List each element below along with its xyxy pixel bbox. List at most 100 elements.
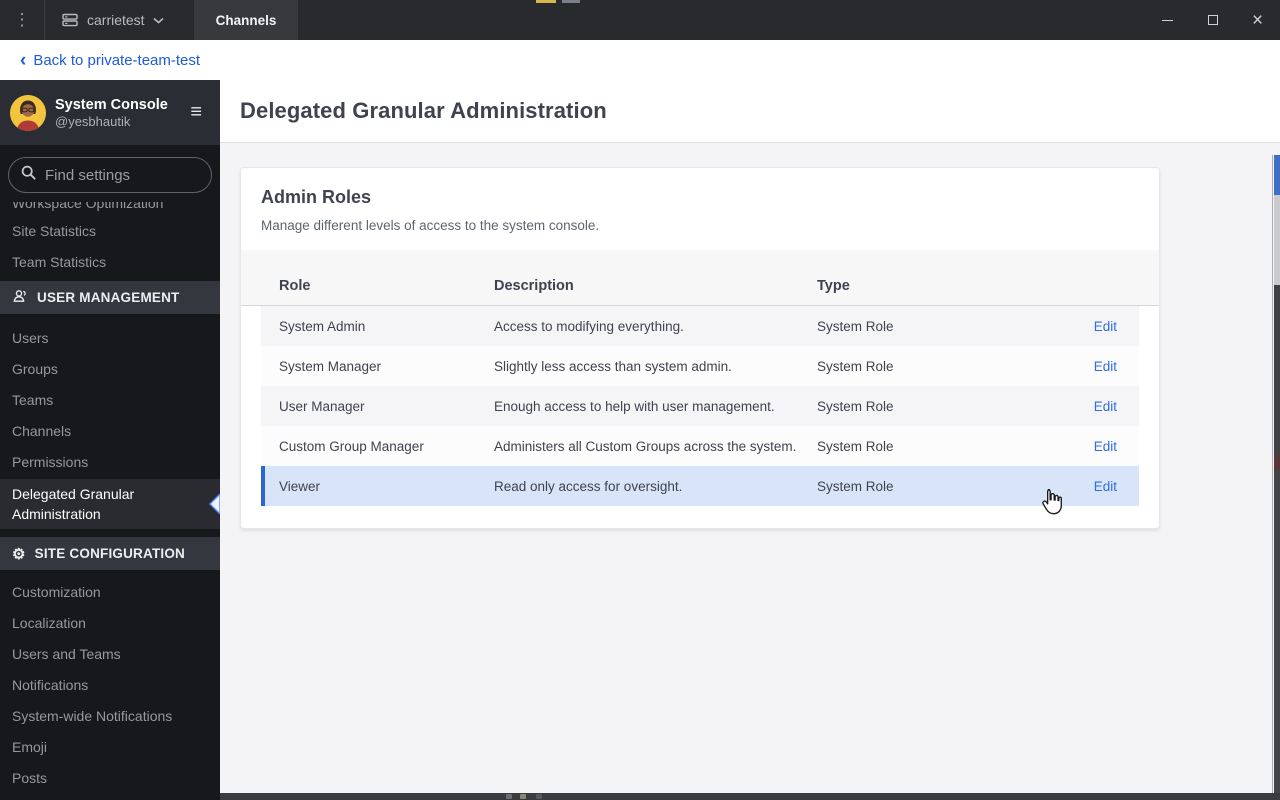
user-management-group: Users Groups Teams Channels Permissions …	[0, 314, 220, 530]
minimize-icon	[1162, 19, 1173, 21]
selected-item-label: Delegated Granular Administration	[12, 486, 135, 522]
section-site-configuration[interactable]: ⚙ SITE CONFIGURATION	[0, 537, 220, 570]
avatar[interactable]	[10, 94, 46, 131]
console-username: @yesbhautik	[55, 113, 131, 129]
back-link[interactable]: ‹ Back to private-team-test	[20, 49, 201, 71]
maximize-button[interactable]	[1190, 0, 1235, 40]
close-button[interactable]: ×	[1235, 0, 1280, 40]
sidebar-item-teams[interactable]: Teams	[0, 385, 220, 416]
back-bar: ‹ Back to private-team-test	[0, 40, 1280, 80]
hamburger-menu-icon[interactable]: ≡	[182, 101, 210, 124]
edit-link[interactable]: Edit	[1094, 439, 1117, 454]
sidebar-item-site-statistics[interactable]: Site Statistics	[0, 216, 220, 247]
search-icon	[21, 165, 36, 185]
column-header-description: Description	[494, 277, 574, 294]
back-link-label: Back to private-team-test	[33, 51, 201, 69]
table-row-custom-group-manager[interactable]: Custom Group Manager Administers all Cus…	[261, 426, 1139, 466]
card-footer	[241, 506, 1159, 528]
search-input[interactable]	[45, 166, 195, 184]
edge-segment	[1274, 455, 1280, 470]
sidebar-item-groups[interactable]: Groups	[0, 354, 220, 385]
cell-type: System Role	[817, 398, 894, 414]
cell-description: Administers all Custom Groups across the…	[494, 438, 797, 454]
edit-link[interactable]: Edit	[1094, 319, 1117, 334]
section-label: USER MANAGEMENT	[37, 290, 180, 305]
sidebar-header-titles: System Console @yesbhautik	[55, 96, 182, 130]
sidebar-item-users-and-teams[interactable]: Users and Teams	[0, 639, 220, 670]
minimize-button[interactable]	[1145, 0, 1190, 40]
admin-roles-card: Admin Roles Manage different levels of a…	[240, 167, 1160, 529]
gear-icon: ⚙	[12, 545, 26, 563]
section-label: SITE CONFIGURATION	[34, 546, 186, 561]
sidebar-item-channels[interactable]: Channels	[0, 416, 220, 447]
cell-description: Enough access to help with user manageme…	[494, 398, 775, 414]
kebab-menu-icon[interactable]: ⋮	[0, 0, 44, 40]
cell-type: System Role	[817, 358, 894, 374]
table-row-viewer[interactable]: Viewer Read only access for oversight. S…	[261, 466, 1139, 506]
sidebar-item-system-wide-notifications[interactable]: System-wide Notifications	[0, 701, 220, 732]
cell-type: System Role	[817, 438, 894, 454]
cell-action: Edit	[1061, 479, 1139, 494]
cell-action: Edit	[1061, 319, 1139, 334]
sidebar-search-wrap	[0, 145, 220, 202]
edge-segment	[1274, 285, 1280, 455]
settings-search-box[interactable]	[8, 157, 212, 193]
server-name: carrietest	[87, 12, 145, 28]
console-sidebar: System Console @yesbhautik ≡ Workspace O…	[0, 80, 220, 800]
sidebar-item-customization[interactable]: Customization	[0, 577, 220, 608]
window-titlebar: ⋮ carrietest Channels ×	[0, 0, 1280, 40]
table-row-user-manager[interactable]: User Manager Enough access to help with …	[261, 386, 1139, 426]
card-description: Manage different levels of access to the…	[261, 218, 600, 233]
sidebar-item-workspace-optimization[interactable]: Workspace Optimization	[0, 202, 220, 216]
background-window-bottom-edge	[220, 793, 1280, 800]
sidebar-item-delegated-granular-administration[interactable]: Delegated Granular Administration	[0, 479, 220, 529]
edge-segment	[1274, 470, 1280, 800]
cell-action: Edit	[1061, 439, 1139, 454]
cell-role: Viewer	[279, 478, 321, 494]
server-selector[interactable]: carrietest	[45, 0, 178, 40]
section-user-management[interactable]: USER MANAGEMENT	[0, 281, 220, 314]
edit-link[interactable]: Edit	[1094, 479, 1117, 494]
card-title: Admin Roles	[261, 187, 372, 207]
edge-dot	[506, 794, 512, 799]
sidebar-item-file-sharing-and-downloads[interactable]: File Sharing and Downloads	[0, 794, 220, 800]
site-configuration-group: Customization Localization Users and Tea…	[0, 570, 220, 800]
cell-description: Access to modifying everything.	[494, 318, 684, 334]
close-icon: ×	[1251, 9, 1264, 31]
background-window-peek	[562, 0, 580, 3]
cell-role: System Manager	[279, 358, 382, 374]
cell-description: Read only access for oversight.	[494, 478, 683, 494]
sidebar-item-permissions[interactable]: Permissions	[0, 447, 220, 478]
edit-link[interactable]: Edit	[1094, 399, 1117, 414]
maximize-icon	[1207, 15, 1218, 25]
tab-channels[interactable]: Channels	[193, 0, 299, 40]
app-window: ⋮ carrietest Channels × ‹ Back to privat…	[0, 0, 1280, 800]
column-header-type: Type	[817, 277, 850, 294]
cell-type: System Role	[817, 478, 894, 494]
sidebar-item-team-statistics[interactable]: Team Statistics	[0, 247, 220, 278]
edit-link[interactable]: Edit	[1094, 359, 1117, 374]
card-header: Admin Roles Manage different levels of a…	[241, 168, 1159, 250]
table-row-system-admin[interactable]: System Admin Access to modifying everyth…	[261, 306, 1139, 346]
server-icon	[61, 11, 79, 29]
table-row-system-manager[interactable]: System Manager Slightly less access than…	[261, 346, 1139, 386]
cell-role: Custom Group Manager	[279, 438, 424, 454]
cell-role: User Manager	[279, 398, 365, 414]
table-header-row: Role Description Type	[241, 250, 1159, 306]
sidebar-item-notifications[interactable]: Notifications	[0, 670, 220, 701]
edge-dot	[520, 794, 526, 799]
cell-role: System Admin	[279, 318, 366, 334]
cell-action: Edit	[1061, 359, 1139, 374]
column-header-role: Role	[279, 277, 311, 294]
cell-description: Slightly less access than system admin.	[494, 358, 732, 374]
cell-action: Edit	[1061, 399, 1139, 414]
back-chevron-icon: ‹	[20, 49, 27, 71]
sidebar-item-users[interactable]: Users	[0, 323, 220, 354]
user-management-icon	[12, 288, 28, 307]
sidebar-item-localization[interactable]: Localization	[0, 608, 220, 639]
sidebar-item-emoji[interactable]: Emoji	[0, 732, 220, 763]
console-title: System Console	[55, 96, 168, 113]
main-content: Delegated Granular Administration Admin …	[220, 80, 1280, 800]
sidebar-item-posts[interactable]: Posts	[0, 763, 220, 794]
sidebar-header: System Console @yesbhautik ≡	[0, 80, 220, 145]
